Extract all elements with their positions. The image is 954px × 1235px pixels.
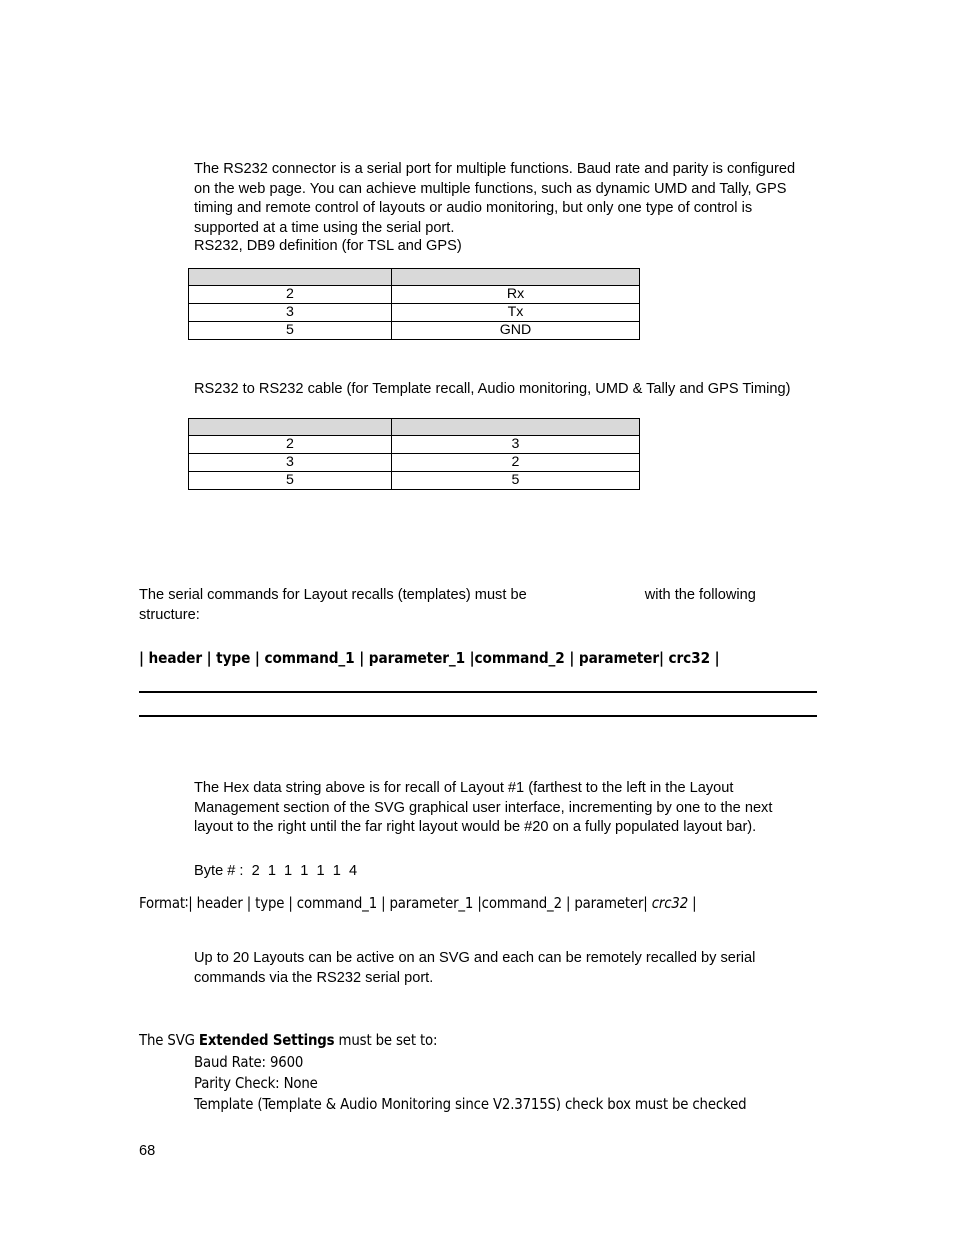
format-body-last: |	[688, 895, 697, 912]
table-row: 5 5	[188, 471, 640, 490]
extended-settings-label: Extended Settings	[198, 1032, 335, 1049]
settings-lead-after: must be set to:	[334, 1032, 438, 1049]
serial-intro-before-gap: The serial commands for Layout recalls (…	[139, 587, 527, 603]
serial-commands-intro: The serial commands for Layout recalls (…	[139, 586, 817, 625]
table-cell-signal: Tx	[391, 303, 640, 322]
format-crc32: crc32	[651, 895, 689, 912]
table-header-cell	[391, 268, 640, 286]
table-cell-pin-b: 2	[391, 453, 640, 472]
command-structure-line: | header | type | command_1 | parameter_…	[139, 649, 720, 667]
table-row: 2 Rx	[188, 285, 640, 304]
byte-count-line: Byte # : 2 1 1 1 1 1 4	[194, 863, 358, 879]
table-cell-pin: 2	[188, 285, 392, 304]
db9-pin-table: 2 Rx 3 Tx 5 GND	[188, 268, 640, 340]
table-cell-signal: Rx	[391, 285, 640, 304]
setting-baud-rate: Baud Rate: 9600	[194, 1054, 304, 1071]
intro-paragraph: The RS232 connector is a serial port for…	[194, 161, 796, 236]
extended-settings-lead: The SVG Extended Settings must be set to…	[139, 1030, 817, 1051]
format-body-first: | header | type | command_1 | parameter_…	[188, 895, 652, 912]
setting-parity-check: Parity Check: None	[194, 1075, 318, 1092]
table-cell-pin-a: 5	[188, 471, 392, 490]
horizontal-rule-top	[139, 691, 817, 693]
table-cell-pin-a: 3	[188, 453, 392, 472]
table-header-cell	[188, 268, 392, 286]
table-cell-pin-b: 5	[391, 471, 640, 490]
table-header-row	[188, 418, 640, 436]
table-cell-pin-b: 3	[391, 435, 640, 454]
format-label: Format∶	[139, 895, 189, 912]
table-cell-pin: 3	[188, 303, 392, 322]
table-cell-signal: GND	[391, 321, 640, 340]
cable-caption: RS232 to RS232 cable (for Template recal…	[194, 381, 791, 397]
document-page: The RS232 connector is a serial port for…	[0, 0, 954, 1235]
table-row: 5 GND	[188, 321, 640, 340]
table-row: 3 2	[188, 453, 640, 472]
table-header-row	[188, 268, 640, 286]
table-cell-pin-a: 2	[188, 435, 392, 454]
format-line: Format∶| header | type | command_1 | par…	[139, 893, 817, 914]
settings-lead-before: The SVG	[139, 1032, 199, 1049]
table-header-cell	[188, 418, 392, 436]
table-cell-pin: 5	[188, 321, 392, 340]
hex-data-paragraph: The Hex data string above is for recall …	[194, 780, 773, 835]
horizontal-rule-bottom	[139, 715, 817, 717]
table-row: 3 Tx	[188, 303, 640, 322]
table-header-cell	[391, 418, 640, 436]
setting-template-checkbox: Template (Template & Audio Monitoring si…	[194, 1096, 747, 1113]
db9-definition-caption: RS232, DB9 definition (for TSL and GPS)	[194, 238, 462, 254]
cable-pin-table: 2 3 3 2 5 5	[188, 418, 640, 490]
layouts-note-paragraph: Up to 20 Layouts can be active on an SVG…	[194, 950, 756, 986]
page-number: 68	[139, 1143, 156, 1159]
table-row: 2 3	[188, 435, 640, 454]
